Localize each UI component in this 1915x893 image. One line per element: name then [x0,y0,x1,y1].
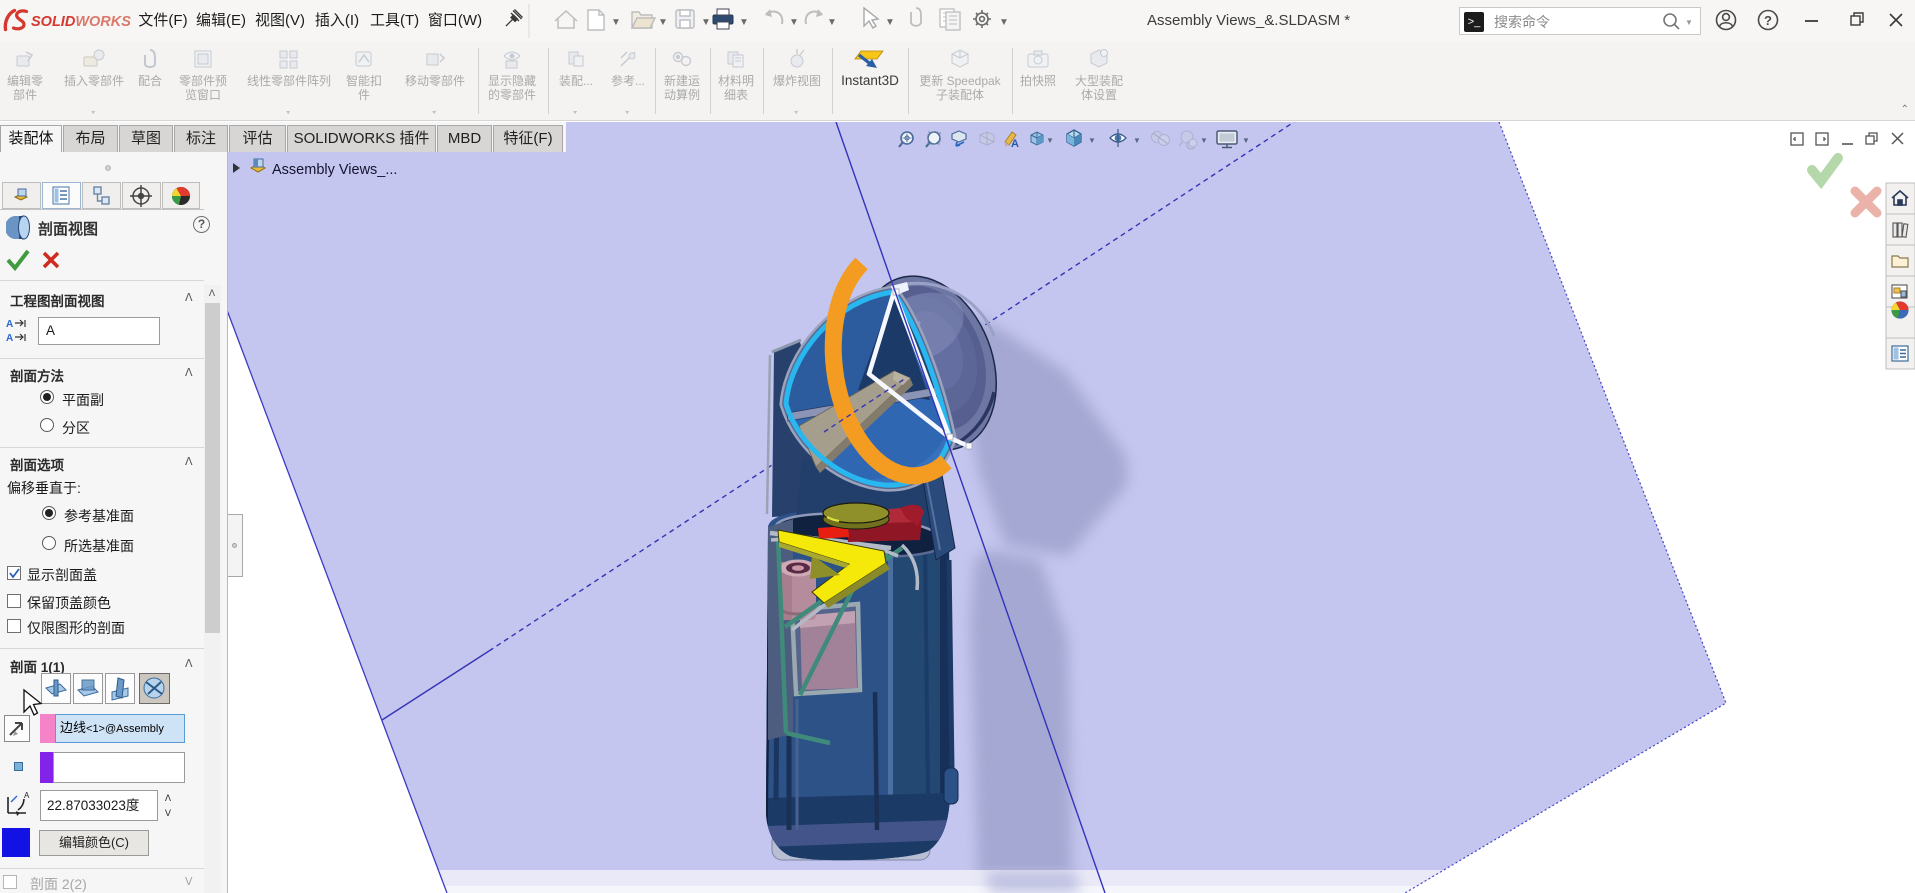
svg-text:Assembly Views_...: Assembly Views_... [272,162,397,178]
svg-text:▼: ▼ [1242,136,1250,145]
svg-text:▼: ▼ [789,17,799,28]
svg-text:▼: ▼ [1685,18,1693,27]
svg-text:▼: ▼ [611,17,621,28]
svg-text:▼: ▼ [739,17,749,28]
svg-text:▼: ▼ [1088,136,1096,145]
svg-text:▼: ▼ [885,17,895,28]
svg-text:SOLIDWORKS: SOLIDWORKS [31,14,131,30]
svg-text:▼: ▼ [1046,136,1054,145]
svg-text:▼: ▼ [1200,136,1208,145]
svg-text:A: A [1011,138,1019,150]
svg-text:A: A [6,333,13,344]
svg-text:A: A [24,791,30,800]
svg-text:▼: ▼ [827,17,837,28]
svg-text:▼: ▼ [999,17,1009,28]
svg-text:?: ? [1764,13,1772,28]
svg-text:▼: ▼ [701,17,711,28]
svg-text:▼: ▼ [658,17,668,28]
svg-text:▼: ▼ [1133,136,1141,145]
svg-text:A: A [6,319,13,330]
